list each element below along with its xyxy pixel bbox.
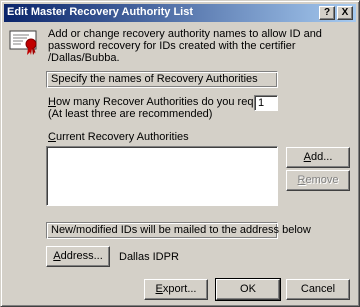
authority-count-input[interactable]: 1 bbox=[254, 95, 278, 111]
address-button[interactable]: Address... bbox=[46, 246, 110, 267]
help-button[interactable]: ? bbox=[319, 6, 335, 20]
ok-button[interactable]: OK bbox=[215, 278, 281, 301]
window-title: Edit Master Recovery Authority List bbox=[7, 6, 194, 18]
count-hint: (At least three are recommended) bbox=[48, 108, 213, 120]
authorities-section-header: Specify the names of Recovery Authoritie… bbox=[46, 71, 278, 88]
dialog-window: Edit Master Recovery Authority List ? X … bbox=[0, 0, 360, 307]
add-button[interactable]: Add... bbox=[286, 147, 350, 168]
mail-section-header: New/modified IDs will be mailed to the a… bbox=[46, 222, 311, 239]
intro-text-line-3: /Dallas/Bubba. bbox=[48, 52, 120, 64]
close-button[interactable]: X bbox=[337, 6, 353, 20]
cancel-button[interactable]: Cancel bbox=[286, 279, 350, 300]
title-bar[interactable]: Edit Master Recovery Authority List ? X bbox=[4, 4, 356, 22]
current-authorities-list[interactable] bbox=[46, 146, 278, 206]
remove-button[interactable]: Remove bbox=[286, 170, 350, 191]
address-value: Dallas IDPR bbox=[119, 251, 179, 263]
current-authorities-label: Current Recovery Authorities bbox=[48, 131, 189, 143]
authority-count-value: 1 bbox=[258, 97, 265, 109]
export-button[interactable]: Export... bbox=[144, 279, 208, 300]
certificate-icon bbox=[9, 28, 41, 56]
